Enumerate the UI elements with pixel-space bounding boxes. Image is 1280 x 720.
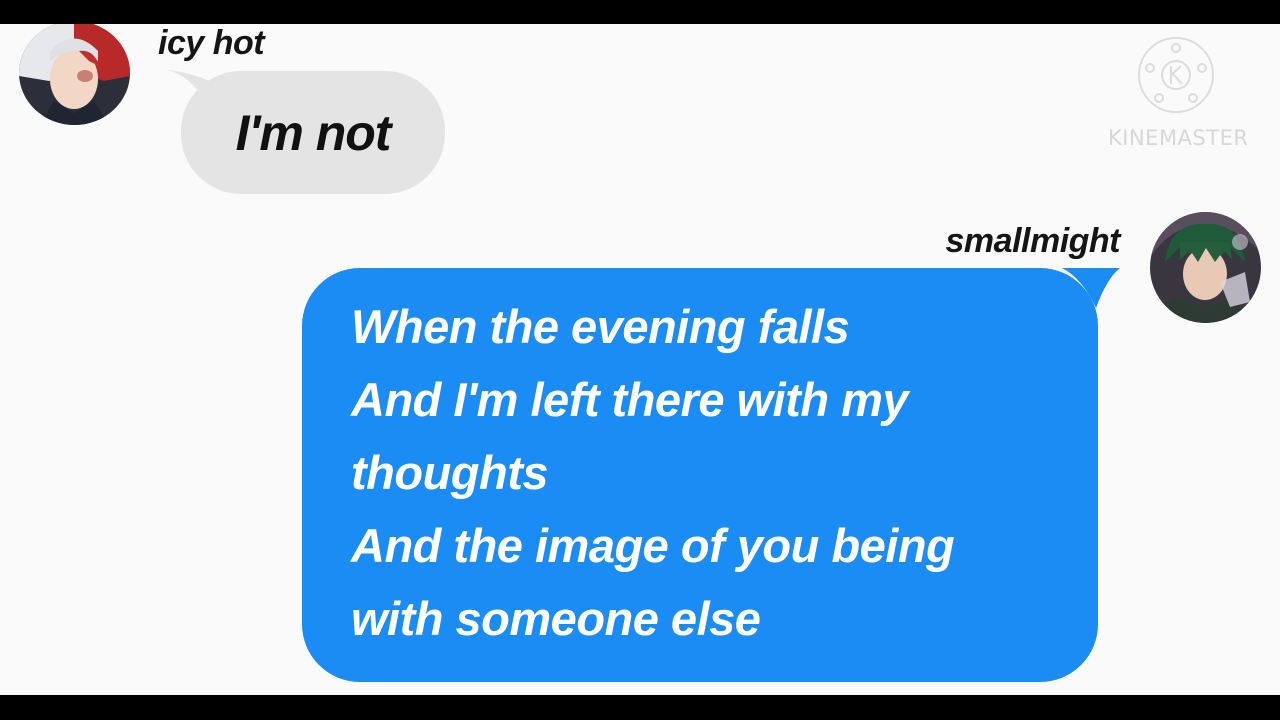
message-bubble-sent[interactable]: When the evening falls And I'm left ther… [302, 268, 1098, 682]
watermark-text: KINEMASTER [1108, 126, 1249, 150]
kinemaster-watermark: KINEMASTER [1108, 36, 1249, 156]
message-line: thoughts [351, 446, 549, 499]
letterbox-top [0, 0, 1280, 24]
kinemaster-logo-icon [1138, 37, 1214, 113]
letterbox-bottom [0, 695, 1280, 720]
anime-avatar-icon [19, 24, 130, 125]
message-line: with someone else [351, 592, 761, 645]
chat-area: icy hot I'm not KINEMASTER smallmight Wh… [0, 24, 1280, 695]
sender-name: smallmight [945, 222, 1121, 260]
avatar-icy-hot[interactable] [19, 24, 130, 125]
message-line: And I'm left there with my [351, 373, 909, 426]
avatar-smallmight[interactable] [1150, 212, 1261, 323]
message-line: And the image of you being [351, 519, 955, 572]
message-bubble-received[interactable]: I'm not [181, 71, 445, 194]
sender-name: icy hot [158, 24, 265, 62]
anime-avatar-icon [1150, 212, 1261, 323]
message-line: When the evening falls [351, 300, 850, 353]
message-text: I'm not [235, 104, 392, 161]
